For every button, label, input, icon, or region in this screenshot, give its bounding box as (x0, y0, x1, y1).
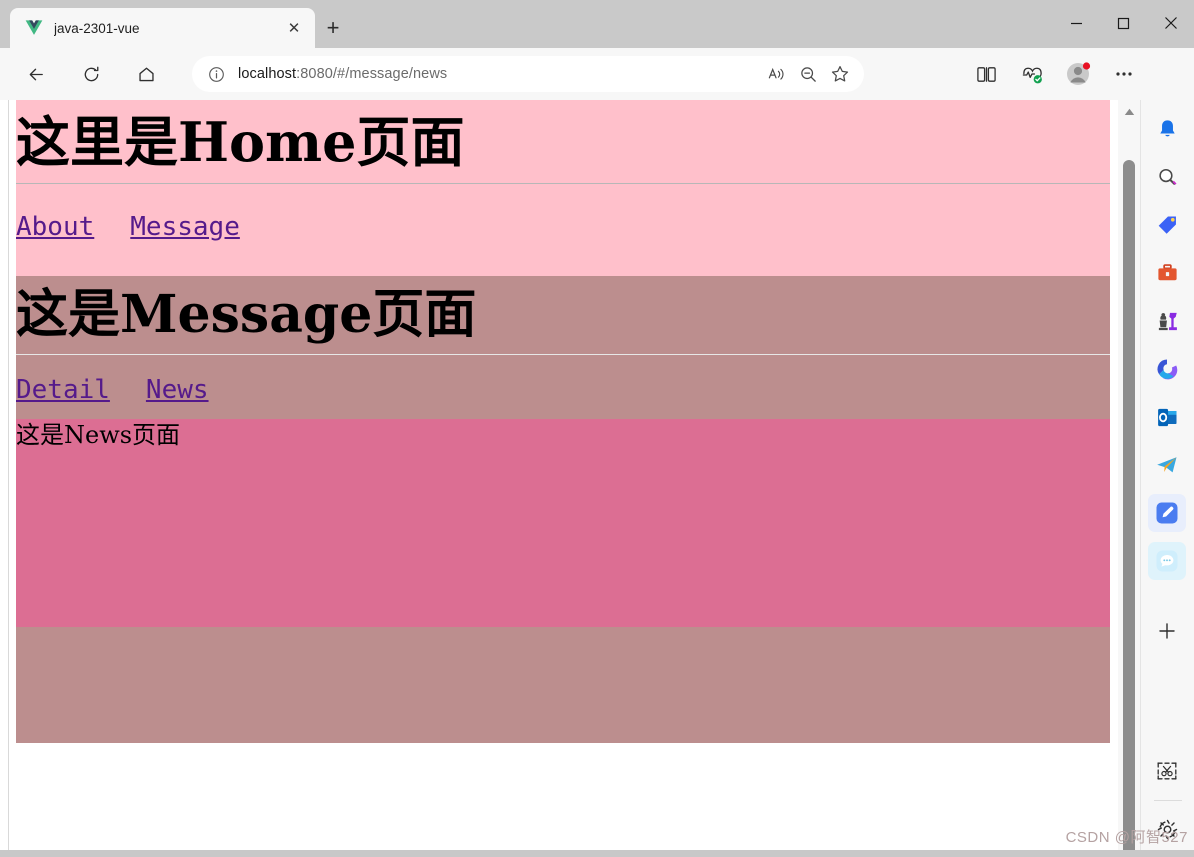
tab-strip: java-2301-vue ✕ + (0, 0, 1194, 48)
settings-more-icon[interactable] (1106, 56, 1142, 92)
link-about[interactable]: About (16, 212, 94, 242)
address-bar[interactable]: localhost:8080/#/message/news (192, 56, 864, 92)
tools-briefcase-icon[interactable] (1148, 254, 1186, 292)
omnibox-actions (760, 59, 856, 89)
sidebar-divider (1154, 800, 1182, 801)
vue-logo-icon (24, 18, 44, 38)
maximize-icon[interactable] (1100, 0, 1147, 46)
navigation-toolbar: localhost:8080/#/message/news (0, 48, 1194, 100)
screenshot-capture-icon[interactable] (1148, 752, 1186, 790)
news-text: 这是News页面 (16, 421, 181, 450)
shopping-tag-icon[interactable] (1148, 206, 1186, 244)
message-nav-links: Detail News (16, 355, 1110, 419)
onenote-icon[interactable] (1148, 494, 1186, 532)
window-close-icon[interactable] (1147, 0, 1194, 46)
message-tail-space (16, 627, 1110, 744)
telegram-icon[interactable] (1148, 446, 1186, 484)
scroll-up-arrow-icon[interactable] (1118, 102, 1140, 122)
browser-essentials-icon[interactable] (1014, 56, 1050, 92)
search-icon[interactable] (1148, 158, 1186, 196)
page-scrollbar[interactable] (1118, 100, 1140, 857)
back-arrow-icon[interactable] (19, 57, 53, 91)
browser-toolbar-right (968, 56, 1152, 92)
scrollbar-thumb[interactable] (1123, 160, 1135, 857)
message-container: 这是Message页面 Detail News 这是News页面 (16, 275, 1110, 744)
page-content: 这里是Home页面 About Message 这是Message页面 Detai… (16, 100, 1110, 744)
zoom-out-icon[interactable] (792, 59, 824, 89)
url-path: :8080/#/message/news (296, 66, 448, 82)
favorite-star-icon[interactable] (824, 59, 856, 89)
news-container: 这是News页面 (16, 419, 1110, 628)
message-heading: 这是Message页面 (16, 283, 477, 345)
url-text: localhost:8080/#/message/news (238, 66, 447, 82)
add-sidebar-app-icon[interactable] (1148, 612, 1186, 650)
browser-tab[interactable]: java-2301-vue ✕ (10, 8, 315, 48)
link-message[interactable]: Message (130, 212, 240, 242)
page-frame: 这里是Home页面 About Message 这是Message页面 Detai… (8, 100, 1132, 857)
info-circle-icon[interactable] (202, 60, 230, 88)
games-icon[interactable] (1148, 302, 1186, 340)
read-aloud-icon[interactable] (760, 59, 792, 89)
tab-title: java-2301-vue (54, 20, 140, 36)
outlook-icon[interactable] (1148, 398, 1186, 436)
link-news[interactable]: News (146, 375, 209, 405)
close-icon[interactable]: ✕ (281, 15, 307, 41)
split-screen-icon[interactable] (968, 56, 1004, 92)
home-nav-links: About Message (16, 184, 1110, 276)
browser-window: java-2301-vue ✕ + localhost:8080/#/messa… (0, 0, 1194, 857)
whatsapp-chat-icon[interactable] (1148, 542, 1186, 580)
new-tab-button[interactable]: + (318, 13, 348, 43)
microsoft-365-icon[interactable] (1148, 350, 1186, 388)
minimize-icon[interactable] (1053, 0, 1100, 46)
window-controls (1053, 0, 1194, 46)
url-host: localhost (238, 66, 297, 82)
profile-avatar-icon[interactable] (1060, 56, 1096, 92)
edge-sidebar (1140, 100, 1194, 857)
reload-icon[interactable] (74, 57, 108, 91)
page-viewport: 这里是Home页面 About Message 这是Message页面 Detai… (0, 100, 1140, 857)
csdn-watermark: CSDN @阿智527 (1065, 829, 1188, 846)
link-detail[interactable]: Detail (16, 375, 110, 405)
home-icon[interactable] (129, 57, 163, 91)
home-heading: 这里是Home页面 (16, 110, 465, 174)
copilot-notification-icon[interactable] (1148, 110, 1186, 148)
home-container: 这里是Home页面 About Message (16, 100, 1110, 276)
window-bottom-edge (0, 850, 1194, 857)
